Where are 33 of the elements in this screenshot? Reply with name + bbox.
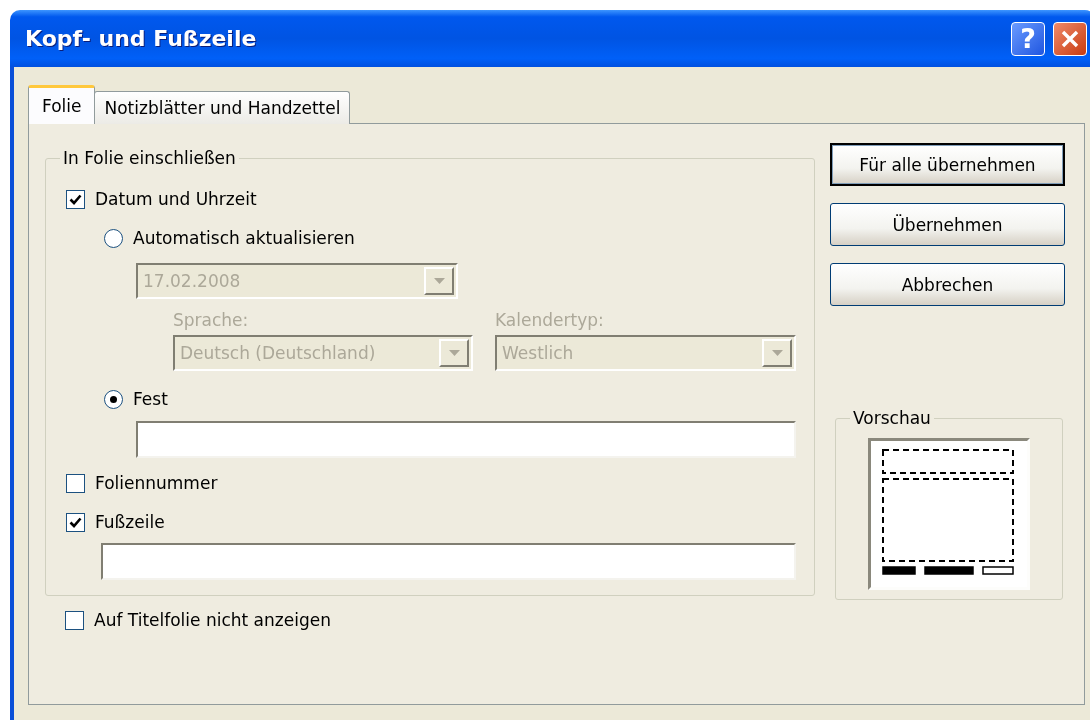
- help-button[interactable]: ?: [1011, 21, 1045, 56]
- close-icon: [1060, 28, 1080, 49]
- group-title: In Folie einschließen: [62, 147, 237, 169]
- dropdown-value: Westlich: [502, 343, 575, 363]
- checkbox[interactable]: [66, 512, 85, 532]
- tab[interactable]: Notizblätter und Handzettel: [94, 91, 351, 124]
- dropdown-value: 17.02.2008: [143, 271, 242, 291]
- push-button[interactable]: Abbrechen: [830, 263, 1065, 306]
- checkbox-label: Fußzeile: [95, 512, 165, 532]
- push-button[interactable]: Für alle übernehmen: [830, 143, 1065, 186]
- checkbox[interactable]: [65, 610, 84, 630]
- close-button[interactable]: [1053, 21, 1087, 56]
- radio-button[interactable]: [104, 389, 123, 409]
- checkbox-label: Foliennummer: [95, 473, 218, 493]
- push-button[interactable]: Übernehmen: [830, 203, 1065, 246]
- caret-icon: [448, 350, 460, 356]
- dropdown-label: Kalendertyp:: [495, 309, 605, 331]
- dropdown-label: Sprache:: [173, 309, 250, 331]
- caret-icon: [433, 278, 445, 284]
- text-field[interactable]: [136, 421, 796, 458]
- checkbox-label: Datum und Uhrzeit: [95, 189, 257, 209]
- radio-button[interactable]: [104, 228, 123, 248]
- tab[interactable]: Folie: [28, 85, 96, 124]
- group-title: Vorschau: [852, 407, 932, 429]
- checkbox[interactable]: [66, 189, 85, 209]
- caret-icon: [771, 350, 783, 356]
- radio-label: Fest: [133, 389, 168, 409]
- dropdown-value: Deutsch (Deutschland): [180, 343, 377, 363]
- text-field[interactable]: [101, 543, 796, 580]
- checkbox-label: Auf Titelfolie nicht anzeigen: [94, 610, 331, 630]
- radio-label: Automatisch aktualisieren: [133, 228, 355, 248]
- window-title: Kopf- und Fußzeile: [25, 26, 258, 51]
- checkbox[interactable]: [66, 473, 85, 493]
